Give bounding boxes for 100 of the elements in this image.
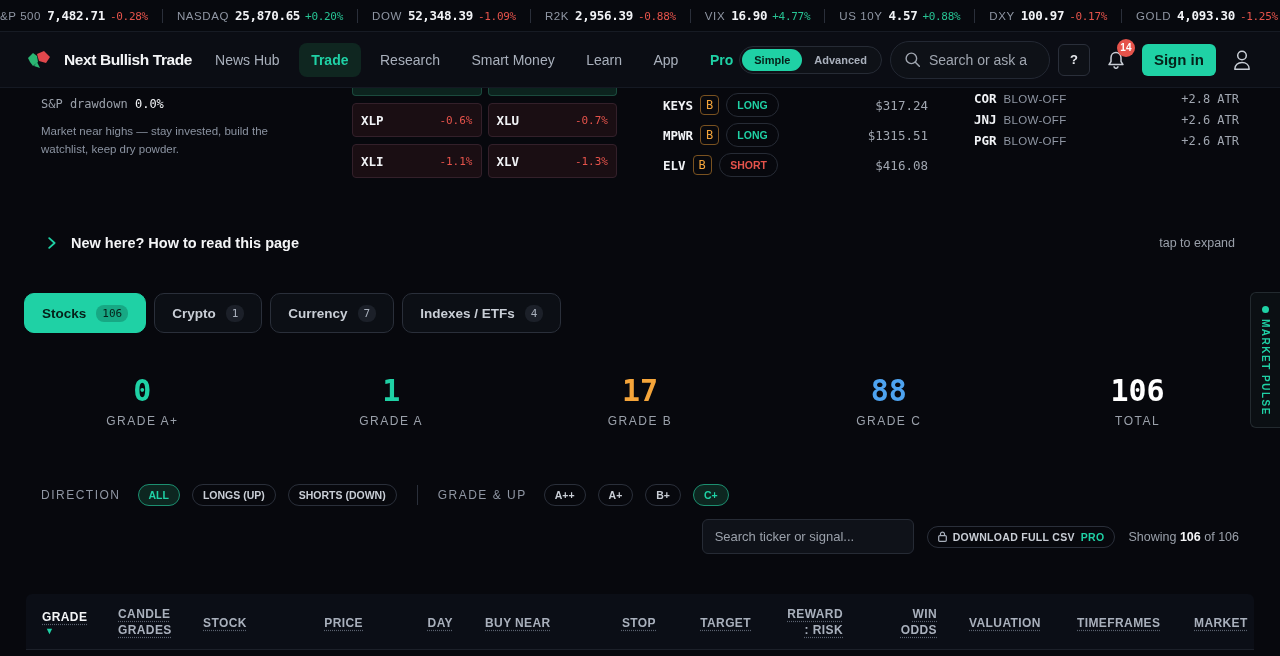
asset-tab[interactable]: Indexes / ETFs 4 — [402, 293, 562, 333]
nav-link[interactable]: Pro — [697, 42, 738, 77]
count-badge: 106 — [96, 304, 129, 322]
count-badge: 7 — [357, 304, 377, 322]
results-count: Showing 106 of 106 — [1128, 529, 1239, 544]
setup-ticker: MPWR — [663, 127, 694, 143]
lock-icon — [937, 531, 947, 542]
setup-ticker: KEYS — [663, 97, 694, 113]
ticker-symbol: DXY — [989, 10, 1015, 22]
nav-link[interactable]: Learn — [574, 42, 634, 77]
count-badge: 4 — [524, 304, 544, 322]
atr-move: +2.6 ATR — [1181, 133, 1239, 148]
ticker-symbol: DOW — [372, 10, 402, 22]
ticker-symbol: US 10Y — [839, 10, 883, 22]
drawdown-label: S&P drawdown — [41, 97, 128, 111]
sort-indicator[interactable]: ▼ — [45, 624, 57, 637]
explainer-toggle[interactable]: New here? How to read this page — [48, 235, 299, 251]
atr-move: +2.6 ATR — [1181, 112, 1239, 127]
notification-badge: 14 — [1116, 38, 1135, 57]
blowoff-ticker: PGR — [974, 133, 997, 148]
nav-link[interactable]: Smart Money — [459, 42, 567, 77]
sector-tile[interactable]: XLV -1.3% — [487, 144, 617, 178]
column-header[interactable]: WIN ODDS — [875, 605, 937, 638]
column-header[interactable]: CANDLE GRADES — [118, 605, 172, 638]
ticker-price: 7,482.71 — [47, 8, 105, 23]
nav-link[interactable]: Research — [368, 42, 452, 77]
ticker-symbol: NASDAQ — [176, 10, 230, 22]
filter-label: GRADE & UP — [437, 488, 527, 502]
search-field[interactable]: Search ticker or signal... — [701, 519, 914, 554]
user-icon[interactable] — [1233, 49, 1250, 70]
column-header[interactable]: STOCK — [203, 614, 247, 631]
sector-tile[interactable]: XLP -0.6% — [352, 103, 482, 137]
grade-count: 17 — [621, 373, 659, 408]
ticker-change: +0.88% — [922, 10, 961, 23]
ticker-change: -0.28% — [109, 10, 148, 23]
grade-label: GRADE A+ — [106, 414, 179, 428]
atr-move: +2.8 ATR — [1181, 91, 1239, 106]
sector-tile[interactable]: XLI -1.1% — [352, 144, 482, 178]
sector-tile[interactable] — [352, 88, 482, 96]
grade-count: 106 — [1110, 373, 1165, 408]
market-pulse-tab[interactable]: MARKET PULSE — [1250, 292, 1280, 428]
search-field[interactable]: Search or ask a — [889, 40, 1050, 79]
mode-option[interactable]: Simple — [742, 48, 803, 71]
sector-change: -0.6% — [439, 113, 473, 127]
ticker-price: 52,348.39 — [407, 8, 473, 23]
ticker-change: -1.09% — [477, 10, 516, 23]
grade-label: GRADE C — [856, 414, 922, 428]
mode-option[interactable]: Advanced — [802, 48, 879, 71]
signal-label: BLOW-OFF — [1003, 92, 1067, 105]
grade-label: GRADE B — [607, 414, 673, 428]
asset-tab[interactable]: Crypto 1 — [154, 293, 263, 333]
column-header[interactable]: TARGET — [700, 614, 751, 631]
nav-link[interactable]: News Hub — [203, 42, 292, 77]
grade-label: GRADE A — [359, 414, 424, 428]
ticker-price: 2,956.39 — [575, 8, 633, 23]
sector-change: -1.3% — [574, 154, 608, 168]
logo-icon[interactable] — [28, 51, 50, 68]
column-header[interactable]: MARKET — [1194, 614, 1248, 631]
signal-label: BLOW-OFF — [1003, 134, 1067, 147]
sector-symbol: XLP — [361, 112, 384, 128]
asset-tab[interactable]: Stocks 106 — [24, 293, 147, 333]
bell-icon[interactable] — [1106, 50, 1125, 69]
grade-count: 1 — [382, 373, 401, 408]
sector-change: -1.1% — [439, 154, 473, 168]
sector-tile[interactable] — [487, 88, 617, 96]
ticker-change: -0.17% — [1069, 10, 1108, 23]
count-badge: 1 — [225, 304, 245, 322]
blowoff-ticker: COR — [974, 91, 997, 106]
status-dot-icon — [1262, 306, 1269, 313]
setup-ticker: ELV — [663, 157, 686, 173]
column-header[interactable]: DAY — [427, 614, 453, 631]
brand-name[interactable]: Next Bullish Trade — [64, 50, 193, 69]
column-header[interactable]: STOP — [621, 614, 656, 631]
column-header[interactable]: VALUATION — [969, 614, 1041, 631]
expand-hint: tap to expand — [1159, 236, 1235, 250]
ticker-price: 100.97 — [1020, 8, 1065, 23]
asset-tab[interactable]: Currency 7 — [270, 293, 395, 333]
help-button[interactable]: ? — [1057, 43, 1090, 76]
ticker-change: +4.77% — [772, 10, 811, 23]
nav-link[interactable]: App — [641, 42, 691, 77]
sign-in-button[interactable]: Sign in — [1141, 43, 1216, 76]
grade-badge: B — [692, 155, 712, 175]
nav-link[interactable]: Trade — [299, 42, 361, 77]
sector-tile[interactable]: XLU -0.7% — [487, 103, 617, 137]
grade-label: TOTAL — [1115, 414, 1161, 428]
column-header[interactable]: REWARD : RISK — [783, 605, 843, 638]
ticker-symbol: VIX — [704, 10, 726, 22]
column-header[interactable]: BUY NEAR — [485, 614, 551, 631]
setup-price: $1315.51 — [867, 127, 928, 143]
filter-chip[interactable]: C+ — [693, 484, 729, 506]
filter-chip[interactable]: ALL — [137, 484, 180, 506]
sector-symbol: XLU — [496, 112, 520, 128]
column-header[interactable]: PRICE — [324, 614, 363, 631]
ticker-price: 4,093.30 — [1177, 8, 1235, 23]
column-header[interactable]: GRADE — [42, 608, 88, 625]
ticker-change: -0.88% — [637, 10, 676, 23]
ticker-symbol: GOLD — [1136, 10, 1172, 22]
column-header[interactable]: TIMEFRAMES — [1077, 614, 1161, 631]
search-icon — [904, 52, 920, 67]
sector-change: -0.7% — [574, 113, 608, 127]
